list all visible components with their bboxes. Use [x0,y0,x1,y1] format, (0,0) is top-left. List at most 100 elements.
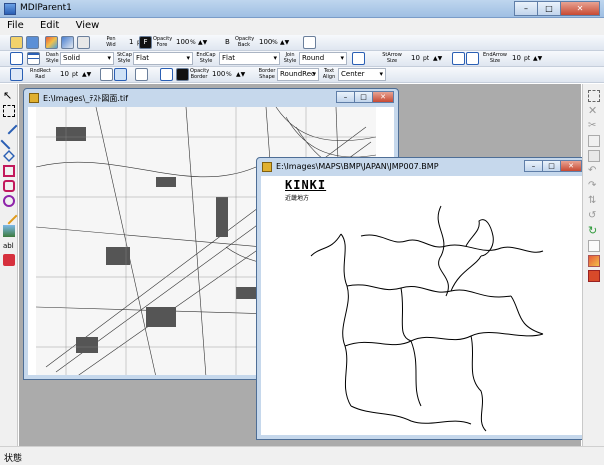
maximize-button[interactable]: □ [537,1,561,16]
toolbar-shape: RndRect Rad 10 pt ▲▼ Opacity Border 100 … [0,67,604,83]
document-icon [29,93,39,103]
opacity-back-stepper-icon[interactable]: ▲▼ [280,36,289,49]
border-shape-label: Border Shape [258,68,276,80]
delete-icon[interactable]: ✕ [588,105,600,117]
back-color-label[interactable]: B [225,36,230,49]
pen-tool-icon[interactable] [0,207,18,225]
arrow-tool-icon[interactable] [0,132,18,150]
status-bar: 状態 [0,446,604,465]
font-icon[interactable] [303,36,316,49]
starrow-stepper-icon[interactable]: ▲▼ [433,52,442,65]
redo-icon[interactable]: ↻ [588,225,600,237]
rndrect-rad-label: RndRect Rad [30,68,51,80]
picture-icon[interactable] [160,68,173,81]
line-style-icon[interactable] [10,52,23,65]
child-close-button[interactable]: ✕ [560,160,582,172]
starrow-size-label: StArrow Size [382,52,402,64]
opacity-border-stepper-icon[interactable]: ▲▼ [236,68,245,81]
stamp-tool-icon[interactable] [3,254,15,266]
dash-style-label: Dash Style [46,52,59,64]
line-width-icon[interactable] [27,52,40,65]
endcap-style-label: EndCap Style [196,52,216,64]
rounded-rect-tool-icon[interactable] [3,180,15,192]
opacity-fore-stepper-icon[interactable]: ▲▼ [198,36,207,49]
image-export-icon[interactable] [61,36,74,49]
start-arrow-icon[interactable] [352,52,365,65]
image-icon[interactable] [45,36,58,49]
status-text: 状態 [4,454,23,464]
endarrow-size-unit: pt [524,55,531,62]
rotate-right-icon[interactable]: ↷ [588,180,600,192]
copy-icon[interactable] [588,135,600,147]
opacity-fore-value[interactable]: 100 [176,36,189,49]
select-all-icon[interactable] [588,90,600,102]
bmp-image-canvas[interactable]: KINKI 近畿地方 [261,176,582,435]
stcap-style-select[interactable]: Flat [133,52,193,65]
line-icon[interactable] [100,68,113,81]
text-tool-icon[interactable]: abl [3,240,15,252]
pen-wid-value[interactable]: 1 [129,36,133,49]
close-button[interactable]: ✕ [560,1,600,16]
arrow-swap-icon[interactable] [466,52,479,65]
document-icon [262,162,272,172]
child-title-bar[interactable]: E:\Images\_ﾃｽﾄ図面.tif – □ ✕ [24,89,398,107]
round-rect-icon[interactable] [10,68,23,81]
fill-icon[interactable] [135,68,148,81]
app-icon [4,3,16,15]
opacity-back-value[interactable]: 100 [259,36,272,49]
endarrow-stepper-icon[interactable]: ▲▼ [533,52,542,65]
rotate-left-icon[interactable]: ↶ [588,165,600,177]
child-title-bar[interactable]: E:\Images\MAPS\BMP\JAPAN\JMP007.BMP – □ … [257,158,586,176]
child-minimize-button[interactable]: – [336,91,355,103]
menu-edit[interactable]: Edit [33,18,66,33]
opacity-back-label: Opacity Back [235,36,255,48]
paste-icon[interactable] [588,150,600,162]
menu-view[interactable]: View [69,18,107,33]
undo-icon[interactable]: ↺ [588,210,600,222]
image-tool-icon[interactable] [3,225,15,237]
flip-icon[interactable]: ⇅ [588,195,600,207]
settings-icon[interactable] [77,36,90,49]
mdi-client-area: E:\Images\_ﾃｽﾄ図面.tif – □ ✕ E:\Images\MAP… [19,84,587,446]
right-toolbox: ✕ ✂ ↶ ↷ ⇅ ↺ ↻ [582,84,604,446]
pointer-icon[interactable]: ↖ [3,90,15,102]
stcap-style-label: StCap Style [117,52,132,64]
dash-style-select[interactable]: Solid [60,52,114,65]
pdf-icon[interactable] [588,270,600,282]
save-icon[interactable] [26,36,39,49]
rndrect-stepper-icon[interactable]: ▲▼ [82,68,91,81]
border-shape-select[interactable]: RoundRec [277,68,319,81]
minimize-button[interactable]: – [514,1,538,16]
child-maximize-button[interactable]: □ [542,160,561,172]
menu-file[interactable]: File [0,18,31,33]
opacity-border-unit: % [226,71,232,78]
child-maximize-button[interactable]: □ [354,91,373,103]
open-icon[interactable] [10,36,23,49]
rndrect-rad-value[interactable]: 10 [60,68,69,81]
opacity-back-unit: % [272,39,278,46]
layer-icon[interactable] [588,255,600,267]
select-rect-icon[interactable] [3,105,15,117]
polygon-tool-icon[interactable] [3,150,15,162]
title-bar: MDIParent1 – □ ✕ [0,0,604,18]
rectangle-tool-icon[interactable] [3,165,15,177]
check-icon[interactable] [114,68,127,81]
end-arrow-icon[interactable] [452,52,465,65]
endcap-style-select[interactable]: Flat [219,52,280,65]
properties-icon[interactable] [588,240,600,252]
child-close-button[interactable]: ✕ [372,91,394,103]
toolbar-pen: Dash Style Solid StCap Style Flat EndCap… [0,51,604,67]
child-minimize-button[interactable]: – [524,160,543,172]
left-toolbox: ↖ abl [0,84,18,446]
endarrow-size-value[interactable]: 10 [512,52,521,65]
cut-icon[interactable]: ✂ [588,120,600,132]
border-color-icon[interactable] [176,68,189,81]
join-style-select[interactable]: Round [299,52,347,65]
starrow-size-value[interactable]: 10 [411,52,420,65]
child-window-bmp[interactable]: E:\Images\MAPS\BMP\JAPAN\JMP007.BMP – □ … [256,157,587,440]
opacity-fore-label: Opacity Fore [153,36,173,48]
fore-color-icon[interactable]: F [139,36,152,49]
ellipse-tool-icon[interactable] [3,195,15,207]
text-align-select[interactable]: Center [338,68,386,81]
opacity-border-value[interactable]: 100 [212,68,225,81]
